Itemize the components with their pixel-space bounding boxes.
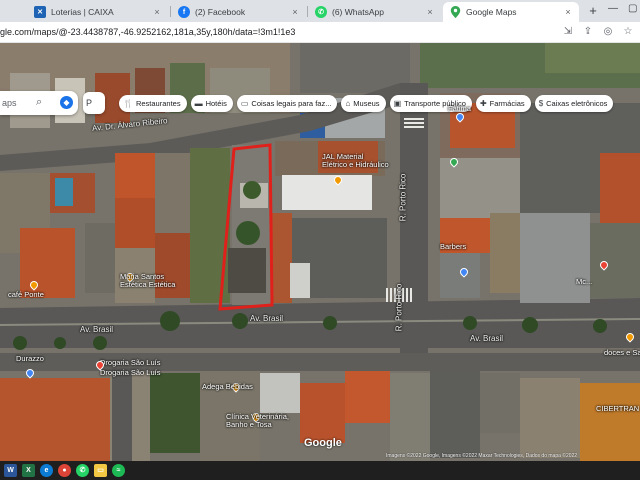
place-label-mc[interactable]: Mc... [576,277,592,286]
chip-coisas-legais[interactable]: ▭ Coisas legais para faz... [236,95,338,112]
place-label-barbers[interactable]: Barbers [440,242,466,251]
tab-title: Google Maps [466,7,517,17]
tab-google-maps[interactable]: Google Maps × [443,2,579,22]
side-panel-button[interactable]: P [83,92,105,114]
bed-icon: ▬ [194,99,203,108]
os-taskbar: W X e ● ✆ ▭ ≈ [0,461,640,480]
share-icon[interactable]: ⇪ [582,26,594,38]
chip-farmacias[interactable]: ✚ Farmácias [475,95,531,112]
chip-label: Caixas eletrônicos [546,99,608,108]
loterias-favicon: ✕ [34,6,46,18]
minimize-icon[interactable]: — [608,3,618,14]
google-maps-favicon [449,6,461,18]
chip-restaurantes[interactable]: 🍴 Restaurantes [119,95,187,112]
road-label-av-brasil: Av. Brasil [250,314,284,323]
place-label-clinica[interactable]: Clínica Veterinária, Banho e Tosa [226,412,289,430]
place-label-cibertran[interactable]: CIBERTRAN [596,404,639,413]
pharmacy-icon: ✚ [479,99,487,108]
chip-label: Museus [353,99,380,108]
tab-separator [170,6,171,17]
place-label-fatima[interactable]: Fátima [448,104,471,113]
spotify-icon[interactable]: ≈ [112,464,125,477]
close-icon[interactable]: × [563,7,573,17]
road-label-av-brasil: Av. Brasil [80,325,114,334]
place-label-jal[interactable]: JAL Material Elétrico e Hidráulico [322,152,389,170]
chip-museus[interactable]: ⌂ Museus [341,95,386,112]
new-tab-button[interactable]: + [585,3,601,19]
directions-icon[interactable]: ◆ [60,96,73,109]
map-attribution: Imagens ©2022 Google, Imagens ©2022 Maxa… [386,453,578,459]
url-field[interactable]: gle.com/maps/@-23.4438787,-46.9252162,18… [0,24,552,41]
close-icon[interactable]: × [290,7,300,17]
place-label-adega[interactable]: Adega Bebidas [202,382,253,391]
explorer-icon[interactable]: ▭ [94,464,107,477]
excel-icon[interactable]: X [22,464,35,477]
chip-hoteis[interactable]: ▬ Hotéis [190,95,233,112]
fork-knife-icon: 🍴 [123,99,133,108]
road-label-porto-rico: R. Porto Rico [394,283,404,332]
search-icon[interactable]: ⌕ [36,96,42,109]
place-label-drogaria[interactable]: Drogaria São Luís [100,358,160,367]
category-chips: 🍴 Restaurantes ▬ Hotéis ▭ Coisas legais par… [119,95,614,112]
tab-title: (2) Facebook [195,7,246,17]
road-label-av-brasil: Av. Brasil [470,334,504,343]
tab-whatsapp[interactable]: ✆ (6) WhatsApp × [309,2,441,22]
address-toolbar: gle.com/maps/@-23.4438787,-46.9252162,18… [0,22,640,43]
google-logo: Google [304,437,342,449]
museum-icon: ⌂ [345,99,351,108]
place-label-maria-santos[interactable]: Maria Santos Estética Estética [120,272,175,290]
maximize-icon[interactable]: ▢ [628,3,637,14]
tab-title: Loterias | CAIXA [51,7,114,17]
chip-label: Hotéis [205,99,227,108]
tab-separator [307,6,308,17]
place-label-doces[interactable]: doces e Salgados [604,348,640,357]
road-label-porto-rico: R. Porto Rico [398,173,408,222]
chip-label: Restaurantes [135,99,181,108]
close-icon[interactable]: × [425,7,435,17]
place-label-cafe[interactable]: café Ponte [8,290,44,299]
chrome-icon[interactable]: ● [58,464,71,477]
ticket-icon: ▭ [240,99,249,108]
bookmark-star-icon[interactable]: ☆ [622,26,634,38]
tab-loterias[interactable]: ✕ Loterias | CAIXA × [28,2,168,22]
atm-icon: $ [538,99,544,108]
search-input[interactable]: aps [2,98,17,108]
edge-icon[interactable]: e [40,464,53,477]
chip-label: Farmácias [489,99,525,108]
whatsapp-favicon: ✆ [315,6,327,18]
close-icon[interactable]: × [152,7,162,17]
whatsapp-icon[interactable]: ✆ [76,464,89,477]
tab-facebook[interactable]: f (2) Facebook × [172,2,306,22]
word-icon[interactable]: W [4,464,17,477]
satellite-map[interactable]: aps ⌕ ◆ P 🍴 Restaurantes ▬ Hotéis ▭ Coisas … [0,43,640,461]
install-app-icon[interactable]: ⇲ [562,26,574,38]
facebook-favicon: f [178,6,190,18]
maps-search-box[interactable]: aps ⌕ ◆ [0,91,78,115]
bus-icon: ▣ [393,99,402,108]
place-label-drogaria[interactable]: Drogaria São Luís [100,368,160,377]
eye-off-icon[interactable]: ◎ [602,26,614,38]
side-panel-label: P [86,98,93,108]
chip-label: Coisas legais para faz... [251,99,332,108]
chip-caixas-eletronicos[interactable]: $ Caixas eletrônicos [534,95,614,112]
tab-title: (6) WhatsApp [332,7,384,17]
place-label-durazzo[interactable]: Durazzo [16,354,44,363]
tab-strip: ✕ Loterias | CAIXA × f (2) Facebook × ✆ … [0,0,640,22]
